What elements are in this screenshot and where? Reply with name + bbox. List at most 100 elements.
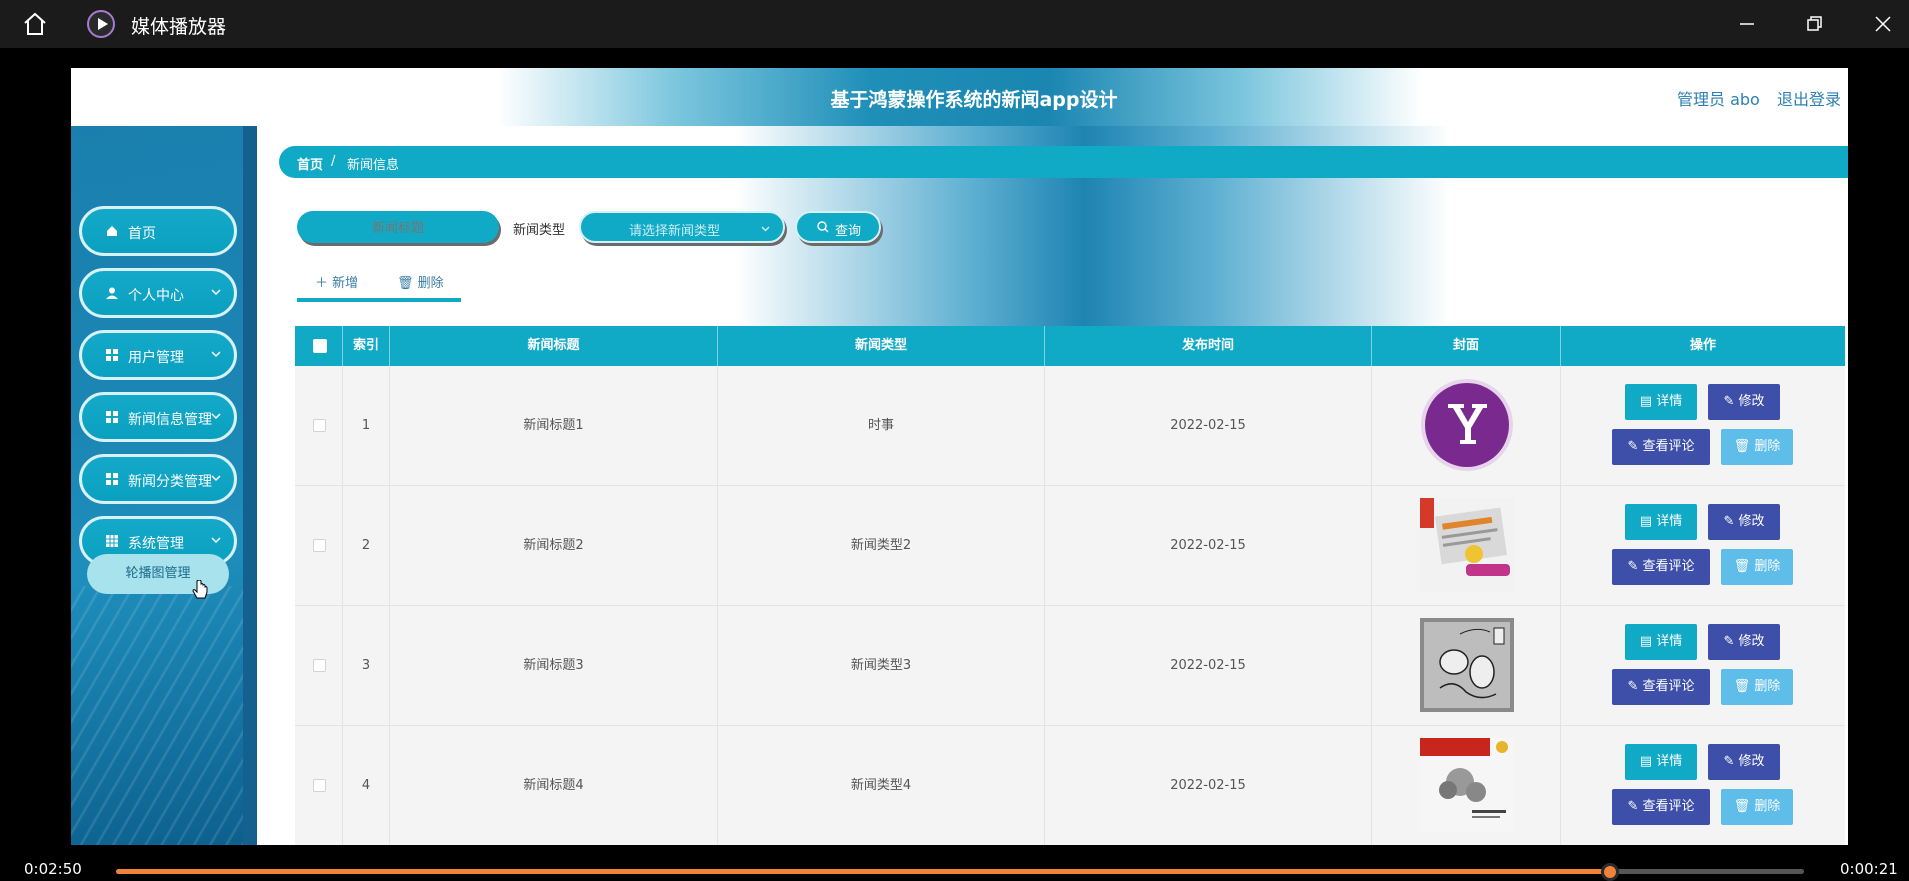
edit-label: 修改 — [1738, 634, 1765, 649]
type-cell: 时事 — [718, 366, 1045, 486]
document-icon: ▤ — [1639, 394, 1657, 409]
logout-link[interactable]: 退出登录 — [1777, 86, 1841, 110]
sidebar-item-label: 首页 — [128, 226, 156, 242]
title-cell: 新闻标题1 — [390, 366, 718, 486]
breadcrumb-current: 新闻信息 — [347, 158, 400, 173]
edit-button[interactable]: ✎ 修改 — [1708, 624, 1780, 660]
type-cell: 新闻类型4 — [718, 726, 1045, 845]
pencil-icon: ✎ — [1627, 799, 1643, 814]
table-row: 4 新闻标题4 新闻类型4 2022-02-15 ▤ 详情 ✎ 修改 ✎ 查看评… — [295, 726, 1845, 845]
sidebar-item-category-management[interactable]: 新闻分类管理 — [79, 454, 237, 504]
select-cell — [295, 366, 343, 486]
breadcrumb-separator: / — [331, 154, 336, 169]
comments-label: 查看评论 — [1642, 439, 1695, 454]
table-icon — [106, 535, 118, 547]
player-title: 媒体播放器 — [131, 16, 227, 38]
chevron-down-icon — [761, 226, 770, 232]
batch-delete-button[interactable]: 🗑 删除 — [397, 272, 444, 291]
breadcrumb-home[interactable]: 首页 — [297, 154, 323, 173]
detail-button[interactable]: ▤ 详情 — [1625, 384, 1697, 420]
edit-button[interactable]: ✎ 修改 — [1708, 384, 1780, 420]
header-date: 发布时间 — [1045, 326, 1372, 366]
edit-label: 修改 — [1738, 754, 1765, 769]
trash-icon: 🗑 — [1733, 439, 1755, 454]
pencil-icon: ✎ — [1723, 514, 1739, 529]
trash-icon: 🗑 — [1733, 679, 1755, 694]
document-icon: ▤ — [1639, 514, 1657, 529]
seek-bar-progress — [116, 869, 1610, 874]
pencil-icon: ✎ — [1627, 439, 1643, 454]
view-comments-button[interactable]: ✎ 查看评论 — [1612, 549, 1710, 585]
delete-button[interactable]: 🗑 删除 — [1721, 789, 1793, 825]
view-comments-button[interactable]: ✎ 查看评论 — [1612, 669, 1710, 705]
minimize-icon[interactable] — [1735, 12, 1759, 36]
delete-label: 删除 — [1754, 679, 1781, 694]
add-label: 新增 — [332, 276, 359, 291]
news-type-label: 新闻类型 — [513, 223, 566, 238]
edit-button[interactable]: ✎ 修改 — [1708, 504, 1780, 540]
select-all-checkbox[interactable] — [313, 339, 327, 353]
date-cell: 2022-02-15 — [1045, 486, 1372, 606]
delete-button[interactable]: 🗑 删除 — [1721, 429, 1793, 465]
row-checkbox[interactable] — [313, 419, 326, 432]
row-checkbox[interactable] — [313, 659, 326, 672]
delete-button[interactable]: 🗑 删除 — [1721, 549, 1793, 585]
plus-icon: ＋ — [315, 276, 333, 291]
table-row: 2 新闻标题2 新闻类型2 2022-02-15 ▤ 详情 ✎ 修改 ✎ 查看评… — [295, 486, 1845, 606]
sidebar-item-home[interactable]: 首页 — [79, 206, 237, 256]
row-checkbox[interactable] — [313, 779, 326, 792]
pencil-icon: ✎ — [1627, 679, 1643, 694]
seek-bar[interactable] — [116, 863, 1804, 881]
detail-button[interactable]: ▤ 详情 — [1625, 744, 1697, 780]
table-toolbar: ＋ 新增 🗑 删除 — [297, 266, 461, 302]
main-content: 首页 / 新闻信息 新闻类型 请选择新闻类型 查询 ＋ 新增 🗑 删除 索引 新… — [257, 126, 1848, 845]
cartoon-sketch-image — [1420, 618, 1514, 712]
comments-label: 查看评论 — [1642, 799, 1695, 814]
header-title: 新闻标题 — [390, 326, 718, 366]
title-cell: 新闻标题3 — [390, 606, 718, 726]
comments-label: 查看评论 — [1642, 679, 1695, 694]
sidebar-item-personal-center[interactable]: 个人中心 — [79, 268, 237, 318]
title-cell: 新闻标题4 — [390, 726, 718, 845]
video-frame: 基于鸿蒙操作系统的新闻app设计 管理员 abo 退出登录 首页 个人中心 用户… — [71, 68, 1848, 845]
magazine-cover-image — [1420, 738, 1514, 832]
detail-label: 详情 — [1656, 754, 1683, 769]
search-icon — [817, 221, 829, 233]
app-header: 基于鸿蒙操作系统的新闻app设计 管理员 abo 退出登录 — [71, 68, 1848, 126]
chevron-down-icon — [211, 413, 221, 420]
sidebar-item-news-management[interactable]: 新闻信息管理 — [79, 392, 237, 442]
sidebar-item-label: 新闻分类管理 — [128, 474, 212, 490]
hand-cursor-icon — [192, 580, 208, 599]
breadcrumb: 首页 / 新闻信息 — [279, 146, 1848, 178]
yahoo-logo-image — [1421, 379, 1513, 471]
seek-thumb[interactable] — [1600, 863, 1619, 881]
news-type-select[interactable]: 请选择新闻类型 — [579, 211, 785, 243]
edit-label: 修改 — [1738, 514, 1765, 529]
pencil-icon: ✎ — [1723, 634, 1739, 649]
remaining-time: 0:00:21 — [1840, 860, 1898, 878]
admin-label: 管理员 abo — [1677, 90, 1760, 109]
chevron-down-icon — [211, 351, 221, 358]
detail-button[interactable]: ▤ 详情 — [1625, 624, 1697, 660]
close-icon[interactable] — [1871, 12, 1895, 36]
detail-label: 详情 — [1656, 514, 1683, 529]
type-cell: 新闻类型3 — [718, 606, 1045, 726]
document-icon: ▤ — [1639, 634, 1657, 649]
view-comments-button[interactable]: ✎ 查看评论 — [1612, 789, 1710, 825]
type-cell: 新闻类型2 — [718, 486, 1045, 606]
sidebar-item-user-management[interactable]: 用户管理 — [79, 330, 237, 380]
row-checkbox[interactable] — [313, 539, 326, 552]
header-cover: 封面 — [1372, 326, 1561, 366]
detail-button[interactable]: ▤ 详情 — [1625, 504, 1697, 540]
view-comments-button[interactable]: ✎ 查看评论 — [1612, 429, 1710, 465]
home-icon[interactable] — [22, 12, 48, 36]
news-title-search-input[interactable] — [297, 211, 499, 243]
query-button[interactable]: 查询 — [795, 211, 881, 243]
add-button[interactable]: ＋ 新增 — [315, 272, 358, 291]
detail-label: 详情 — [1656, 394, 1683, 409]
delete-button[interactable]: 🗑 删除 — [1721, 669, 1793, 705]
document-icon: ▤ — [1639, 754, 1657, 769]
restore-icon[interactable] — [1802, 12, 1826, 36]
edit-button[interactable]: ✎ 修改 — [1708, 744, 1780, 780]
grid-icon — [106, 411, 118, 423]
